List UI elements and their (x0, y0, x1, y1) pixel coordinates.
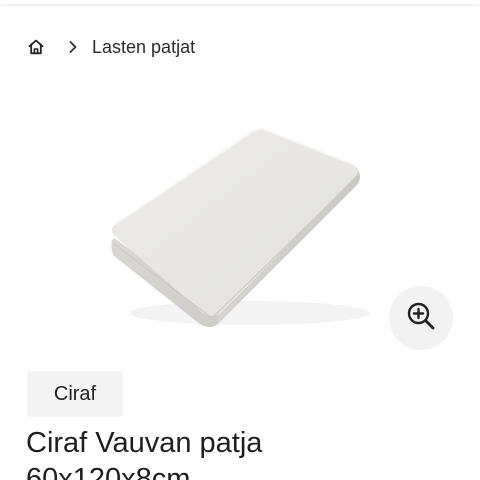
home-icon[interactable] (26, 37, 46, 57)
product-title-line-1: Ciraf Vauvan patja (26, 427, 263, 459)
chevron-right-icon (66, 40, 80, 54)
zoom-in-icon (405, 300, 437, 337)
product-title: Ciraf Vauvan patja 60x120x8cm (26, 425, 466, 480)
header-edge (0, 0, 480, 4)
product-image[interactable] (100, 118, 370, 343)
product-page: Lasten patjat Ciraf Ciraf Vauvan patja 6… (0, 0, 480, 480)
brand-chip[interactable]: Ciraf (27, 371, 123, 417)
product-title-line-2: 60x120x8cm (26, 463, 191, 480)
breadcrumb: Lasten patjat (26, 34, 195, 60)
zoom-button[interactable] (389, 286, 453, 350)
breadcrumb-current-link[interactable]: Lasten patjat (92, 37, 195, 58)
